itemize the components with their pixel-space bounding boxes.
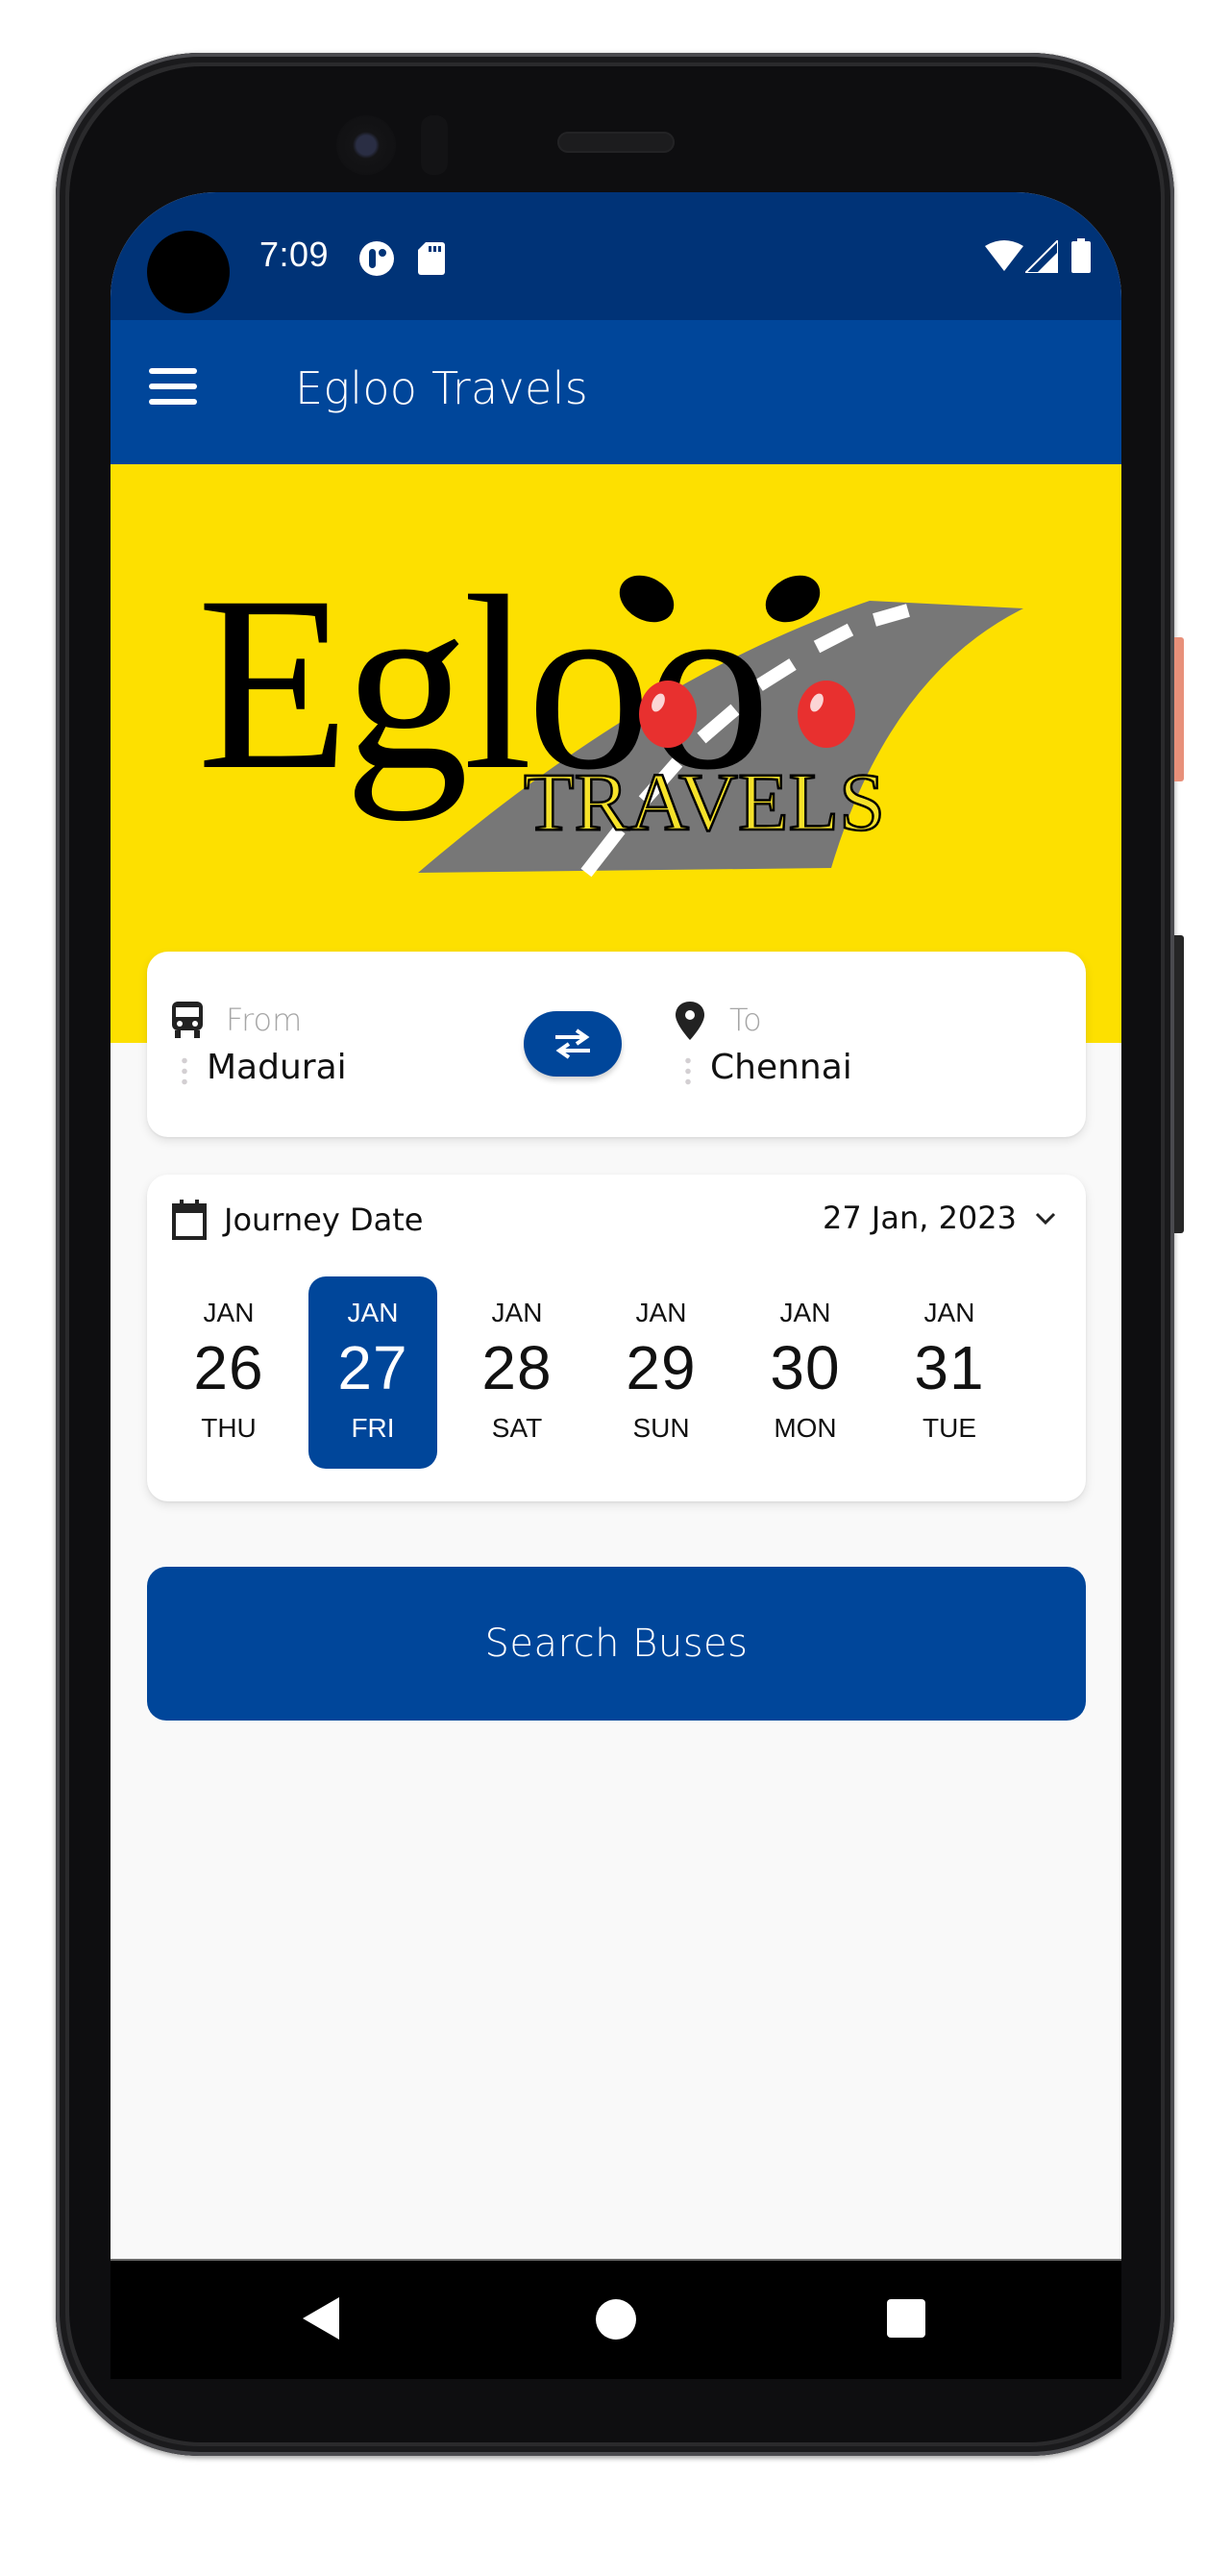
volume-button[interactable] bbox=[1174, 935, 1184, 1233]
location-pin-icon bbox=[676, 1002, 706, 1040]
chevron-down-icon bbox=[1035, 1212, 1056, 1226]
cellular-signal-icon bbox=[1022, 237, 1059, 278]
back-icon[interactable] bbox=[303, 2297, 339, 2340]
date-weekday: FRI bbox=[351, 1413, 395, 1443]
date-option-selected[interactable]: JAN 27 FRI bbox=[308, 1276, 437, 1469]
system-navigation-bar bbox=[111, 2259, 1121, 2379]
from-value[interactable]: Madurai bbox=[207, 1048, 347, 1087]
red-dot bbox=[639, 681, 697, 748]
status-bar: 7:09 bbox=[111, 192, 1121, 320]
front-camera bbox=[336, 115, 396, 175]
date-month: JAN bbox=[347, 1298, 399, 1327]
date-month: JAN bbox=[203, 1298, 255, 1327]
dotted-connector bbox=[182, 1055, 187, 1088]
red-dot bbox=[798, 681, 855, 748]
date-month: JAN bbox=[635, 1298, 687, 1327]
date-option[interactable]: JAN 26 THU bbox=[164, 1276, 293, 1469]
logo-travels-text: TRAVELS bbox=[524, 755, 885, 848]
date-picker-dropdown[interactable]: 27 Jan, 2023 bbox=[823, 1200, 1057, 1236]
date-option[interactable]: JAN 28 SAT bbox=[453, 1276, 581, 1469]
to-value[interactable]: Chennai bbox=[710, 1048, 852, 1087]
screen: 7:09 Egloo Travels Egloo TRAVELS From Ma… bbox=[111, 192, 1121, 2379]
swap-button[interactable] bbox=[524, 1011, 622, 1077]
date-day: 28 bbox=[481, 1333, 553, 1402]
date-month: JAN bbox=[491, 1298, 543, 1327]
date-day: 27 bbox=[337, 1333, 408, 1402]
date-weekday: MON bbox=[774, 1413, 837, 1443]
journey-date-card: Journey Date 27 Jan, 2023 JAN 26 THU JAN… bbox=[147, 1175, 1086, 1501]
search-buses-button[interactable]: Search Buses bbox=[147, 1567, 1086, 1721]
to-label: To bbox=[729, 1002, 762, 1038]
date-month: JAN bbox=[923, 1298, 975, 1327]
app-bar: Egloo Travels bbox=[111, 320, 1121, 464]
selected-date-value: 27 Jan, 2023 bbox=[823, 1200, 1017, 1236]
punch-hole-camera bbox=[147, 231, 230, 313]
date-weekday: THU bbox=[201, 1413, 257, 1443]
status-time: 7:09 bbox=[259, 235, 330, 274]
date-weekday: SUN bbox=[632, 1413, 690, 1443]
battery-icon bbox=[1071, 238, 1091, 278]
egloo-travels-logo: Egloo TRAVELS bbox=[197, 545, 1023, 878]
app-title: Egloo Travels bbox=[295, 362, 588, 414]
recents-icon[interactable] bbox=[887, 2299, 925, 2338]
date-option[interactable]: JAN 31 TUE bbox=[885, 1276, 1014, 1469]
data-saver-icon bbox=[358, 240, 395, 282]
journey-date-label: Journey Date bbox=[224, 1201, 424, 1238]
dotted-connector bbox=[685, 1055, 691, 1088]
date-option[interactable]: JAN 29 SUN bbox=[597, 1276, 726, 1469]
hamburger-menu-icon[interactable] bbox=[149, 368, 203, 414]
wifi-icon bbox=[985, 240, 1023, 276]
date-day: 31 bbox=[914, 1333, 985, 1402]
date-weekday: SAT bbox=[491, 1413, 543, 1443]
date-month: JAN bbox=[779, 1298, 831, 1327]
date-weekday: TUE bbox=[922, 1413, 976, 1443]
home-icon[interactable] bbox=[596, 2299, 636, 2340]
bus-icon bbox=[172, 1002, 203, 1040]
proximity-sensor bbox=[421, 115, 448, 175]
calendar-icon bbox=[172, 1200, 207, 1240]
date-strip: JAN 26 THU JAN 27 FRI JAN 28 SAT JAN 29 … bbox=[164, 1276, 1029, 1469]
date-day: 30 bbox=[770, 1333, 841, 1402]
swap-arrows-icon bbox=[555, 1028, 590, 1059]
date-day: 26 bbox=[193, 1333, 264, 1402]
route-card: From Madurai To Chennai bbox=[147, 952, 1086, 1137]
date-option[interactable]: JAN 30 MON bbox=[741, 1276, 870, 1469]
date-day: 29 bbox=[626, 1333, 697, 1402]
from-label: From bbox=[226, 1002, 303, 1038]
sd-card-icon bbox=[418, 242, 445, 280]
power-button[interactable] bbox=[1174, 637, 1184, 781]
earpiece-speaker bbox=[557, 132, 675, 153]
